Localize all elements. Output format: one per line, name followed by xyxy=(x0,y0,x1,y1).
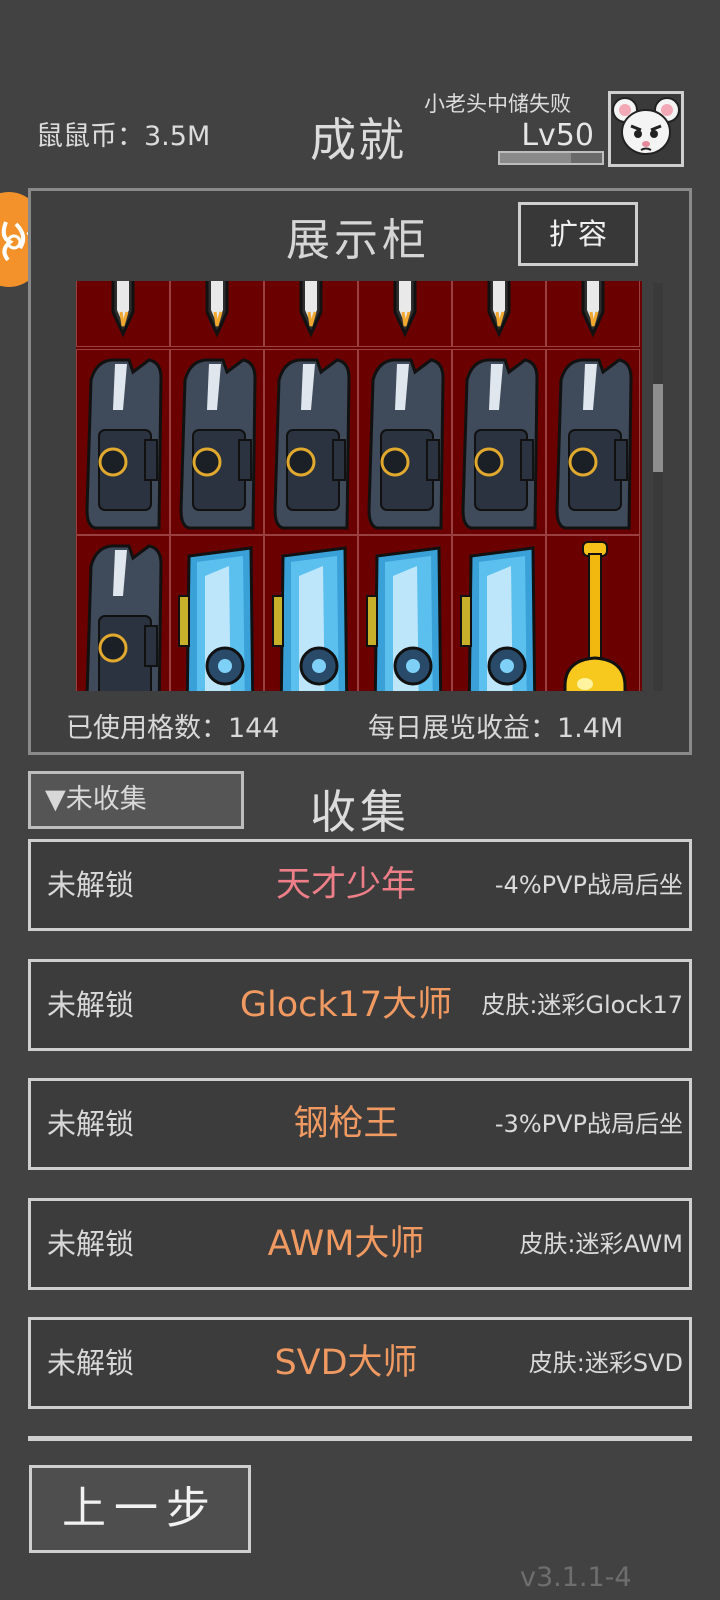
showcase-cell[interactable] xyxy=(358,349,452,535)
xp-progress-bar xyxy=(498,151,604,165)
achievement-row[interactable]: 未解锁 SVD大师 皮肤:迷彩SVD xyxy=(28,1317,692,1409)
achievement-status: 未解锁 xyxy=(47,1346,135,1380)
daily-income-value: 1.4M xyxy=(557,713,624,744)
showcase-scrollbar[interactable] xyxy=(653,283,663,691)
achievement-status: 未解锁 xyxy=(47,868,135,902)
achievement-row[interactable]: 未解锁 钢枪王 -3%PVP战局后坐 xyxy=(28,1078,692,1170)
daily-income-label: 每日展览收益： xyxy=(368,713,557,744)
filter-dropdown[interactable]: ▼未收集 xyxy=(28,771,244,829)
achievement-reward: 皮肤:迷彩Glock17 xyxy=(481,991,683,1019)
achievement-reward: 皮肤:迷彩SVD xyxy=(528,1349,683,1377)
xp-progress-fill xyxy=(500,153,572,163)
achievement-name: Glock17大师 xyxy=(239,985,453,1025)
showcase-cell[interactable] xyxy=(170,535,264,691)
achievement-name: 天才少年 xyxy=(275,865,416,905)
page-title: 成就 xyxy=(310,113,406,167)
showcase-cell[interactable] xyxy=(452,349,546,535)
showcase-cell[interactable] xyxy=(358,535,452,691)
showcase-title: 展示柜 xyxy=(286,215,430,266)
showcase-cell[interactable] xyxy=(170,281,264,347)
used-cells: 已使用格数：144 xyxy=(66,706,280,745)
rat-avatar-icon xyxy=(612,97,680,155)
showcase-cell[interactable] xyxy=(546,535,640,691)
version-label: v3.1.1-4 xyxy=(520,1562,632,1593)
knife-icon xyxy=(171,281,263,350)
daily-income: 每日展览收益：1.4M xyxy=(368,706,623,745)
knife-icon xyxy=(265,281,357,350)
achievement-row[interactable]: 未解锁 Glock17大师 皮肤:迷彩Glock17 xyxy=(28,959,692,1051)
achievement-status: 未解锁 xyxy=(47,1107,135,1141)
showcase-cell[interactable] xyxy=(264,535,358,691)
avatar[interactable] xyxy=(608,91,684,167)
achievement-row[interactable]: 未解锁 天才少年 -4%PVP战局后坐 xyxy=(28,839,692,931)
coin-label: 鼠鼠币： xyxy=(36,121,144,152)
showcase-cell[interactable] xyxy=(264,281,358,347)
coin-value: 3.5M xyxy=(144,121,211,152)
showcase-cell[interactable] xyxy=(264,349,358,535)
achievement-row[interactable]: 未解锁 AWM大师 皮肤:迷彩AWM xyxy=(28,1198,692,1290)
used-cells-value: 144 xyxy=(228,713,280,744)
achievement-status: 未解锁 xyxy=(47,988,135,1022)
showcase-cell[interactable] xyxy=(452,535,546,691)
coin-balance: 鼠鼠币：3.5M xyxy=(36,114,210,153)
used-cells-label: 已使用格数： xyxy=(66,713,228,744)
showcase-cell[interactable] xyxy=(170,349,264,535)
showcase-cell[interactable] xyxy=(546,281,640,347)
achievement-reward: -3%PVP战局后坐 xyxy=(494,1110,683,1138)
knife-icon xyxy=(547,281,639,350)
achievement-reward: 皮肤:迷彩AWM xyxy=(519,1230,683,1258)
achievement-reward: -4%PVP战局后坐 xyxy=(494,871,683,899)
knife-icon xyxy=(359,281,451,350)
player-level: Lv50 xyxy=(521,118,594,153)
achievement-name: AWM大师 xyxy=(267,1224,425,1264)
back-button[interactable]: 上一步 xyxy=(29,1465,251,1553)
showcase-grid[interactable] xyxy=(76,281,642,691)
achievement-name: SVD大师 xyxy=(274,1343,418,1383)
player-name: 小老头中储失败 xyxy=(424,92,571,116)
knife-icon xyxy=(453,281,545,350)
expand-button[interactable]: 扩容 xyxy=(518,202,638,266)
knife-icon xyxy=(77,281,169,350)
showcase-scroll-thumb[interactable] xyxy=(653,384,663,472)
showcase-cell[interactable] xyxy=(452,281,546,347)
list-next-row-edge xyxy=(28,1436,692,1441)
collection-title: 收集 xyxy=(310,785,410,839)
showcase-cell[interactable] xyxy=(546,349,640,535)
showcase-cell[interactable] xyxy=(76,349,170,535)
showcase-cell[interactable] xyxy=(76,281,170,347)
showcase-cell[interactable] xyxy=(358,281,452,347)
achievement-name: 钢枪王 xyxy=(293,1104,399,1144)
achievement-status: 未解锁 xyxy=(47,1227,135,1261)
showcase-cell[interactable] xyxy=(76,535,170,691)
